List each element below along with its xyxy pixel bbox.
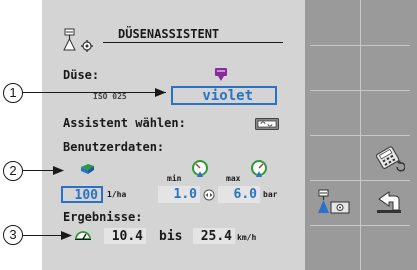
nozzle-type-label: ISO 025 <box>93 92 127 101</box>
page-title: DÜSENASSISTENT <box>118 27 220 41</box>
callout-1-arrow <box>155 88 166 97</box>
back-softkey[interactable] <box>361 181 417 225</box>
screen: DÜSENASSISTENT Düse: ISO 025 violet Assi… <box>0 0 417 270</box>
callout-1: 1 <box>3 83 23 103</box>
callout-3: 3 <box>3 225 23 245</box>
assistant-label: Assistent wählen: <box>63 116 186 130</box>
link-arrows-icon <box>203 189 215 201</box>
speed-min-field: 10.4 <box>104 228 146 244</box>
user-data-label: Benutzerdaten: <box>63 140 165 154</box>
nozzle-settings-icon <box>318 189 350 214</box>
nozzle-settings-softkey[interactable] <box>306 181 360 225</box>
assistant-select-icon[interactable] <box>255 118 279 130</box>
speed-min-value: 10.4 <box>111 229 143 244</box>
max-pressure-field[interactable]: 6.0 <box>218 186 260 203</box>
rate-unit: 1/ha <box>107 190 127 199</box>
nozzle-color-value: violet <box>202 88 253 104</box>
callout-3-arrow <box>61 231 72 240</box>
min-label: min <box>167 174 182 183</box>
field-rate-icon <box>81 164 94 174</box>
speed-unit: km/h <box>237 233 257 242</box>
callout-2-arrow <box>53 166 64 175</box>
return-arrow-icon <box>377 191 401 213</box>
max-pressure-value: 6.0 <box>233 187 257 202</box>
max-label: max <box>226 174 241 183</box>
min-pressure-value: 1.0 <box>173 187 197 202</box>
callout-1-line <box>22 92 166 93</box>
softkey-row-divider <box>310 225 410 226</box>
speed-max-field: 25.4 <box>193 228 235 244</box>
speed-max-value: 25.4 <box>200 229 232 244</box>
nozzle-gear-icon <box>63 28 93 52</box>
min-pressure-gauge-icon <box>192 160 208 177</box>
nozzle-color-field[interactable]: violet <box>171 86 277 105</box>
softkey-row-divider <box>310 45 410 46</box>
callout-2: 2 <box>3 161 23 181</box>
calculator-settings-softkey[interactable] <box>361 136 417 180</box>
results-label: Ergebnisse: <box>63 210 143 224</box>
application-rate-value: 100 <box>74 188 98 203</box>
speedometer-icon <box>75 231 91 240</box>
pressure-unit: bar <box>263 190 278 199</box>
nozzle-label: Düse: <box>63 68 100 82</box>
min-pressure-field[interactable]: 1.0 <box>158 186 200 203</box>
softkey-row-divider <box>310 90 410 91</box>
max-pressure-gauge-icon <box>251 160 267 177</box>
application-rate-field[interactable]: 100 <box>61 186 103 203</box>
nozzle-color-icon <box>215 68 227 81</box>
bis-label: bis <box>159 229 183 244</box>
title-underline <box>103 42 283 43</box>
calculator-settings-icon <box>376 146 405 172</box>
